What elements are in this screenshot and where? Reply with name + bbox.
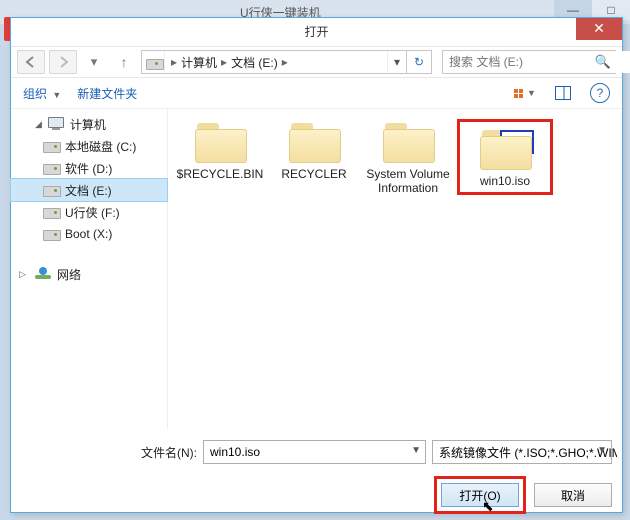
folder-icon [287,119,341,163]
arrow-right-icon [56,56,70,68]
address-bar[interactable]: ▸ 计算机 ▸ 文档 (E:) ▸ ▾ ↻ [141,50,432,74]
drive-icon [43,205,59,219]
up-button[interactable]: ↑ [111,51,137,73]
dialog-title: 打开 [11,23,622,40]
filename-label: 文件名(N): [141,444,197,461]
address-dropdown-button[interactable]: ▾ [387,51,406,73]
nav-sidebar: ◢ 计算机 本地磁盘 (C:) 软件 (D:) 文档 (E:) U行侠 (F:) Boo… [11,109,168,429]
sidebar-item-drive[interactable]: Boot (X:) [11,223,167,245]
preview-pane-icon [555,86,571,100]
caret-right-icon: ▷ [19,269,29,280]
network-icon [35,267,51,281]
folder-icon: iso [478,126,532,170]
file-label: win10.iso [480,174,530,188]
back-button[interactable] [17,50,45,74]
cancel-button[interactable]: 取消 [534,483,612,507]
sidebar-item-drive[interactable]: 本地磁盘 (C:) [11,135,167,157]
open-file-dialog: 打开 ✕ ▾ ↑ ▸ 计算机 ▸ 文档 (E:) ▸ ▾ [10,17,623,513]
file-item[interactable]: RECYCLER [269,119,359,181]
filetype-value[interactable] [433,441,630,463]
computer-icon [48,117,64,131]
sidebar-item-drive[interactable]: 软件 (D:) [11,157,167,179]
cursor-icon: ⬉ [482,498,494,515]
search-icon: 🔍 [595,54,611,70]
sidebar-item-label: Boot (X:) [65,227,112,241]
forward-button[interactable] [49,50,77,74]
sidebar-item-label: 网络 [57,266,81,283]
caret-down-icon: ◢ [35,119,42,130]
file-item[interactable]: System Volume Information [363,119,453,195]
file-item[interactable]: $RECYCLE.BIN [175,119,265,181]
file-label: System Volume Information [363,167,453,195]
sidebar-item-computer[interactable]: ◢ 计算机 [11,113,167,135]
crumb-computer[interactable]: 计算机 [181,54,217,71]
sidebar-item-label: 计算机 [70,116,106,133]
sidebar-item-network[interactable]: ▷ 网络 [11,263,167,285]
sidebar-item-label: 文档 (E:) [65,182,112,199]
sidebar-item-label: U行侠 (F:) [65,204,120,221]
drive-icon [43,139,59,153]
arrow-left-icon [24,56,38,68]
dialog-titlebar: 打开 ✕ [11,18,622,47]
search-box[interactable]: 🔍 [442,50,616,74]
organize-menu[interactable]: 组织 ▼ [23,85,61,102]
sidebar-item-label: 本地磁盘 (C:) [65,138,136,155]
view-grid-icon [514,89,523,98]
file-list-pane[interactable]: $RECYCLE.BIN RECYCLER System Volume Inform… [167,109,622,429]
folder-icon [381,119,435,163]
folder-icon [193,119,247,163]
file-label: RECYCLER [281,167,346,181]
recent-locations-button[interactable]: ▾ [81,51,107,73]
drive-icon [43,227,59,241]
chevron-right-icon: ▸ [282,55,288,69]
navigation-bar: ▾ ↑ ▸ 计算机 ▸ 文档 (E:) ▸ ▾ ↻ 🔍 [11,47,622,78]
open-button-highlight: 打开(O) ⬉ [434,476,526,514]
sidebar-item-drive[interactable]: U行侠 (F:) [11,201,167,223]
open-button[interactable]: 打开(O) ⬉ [441,483,519,507]
drive-icon [43,161,59,175]
toolbar: 组织 ▼ 新建文件夹 ▼ ? [11,78,622,108]
filename-combo[interactable]: ▼ [203,440,426,464]
filename-input[interactable] [204,441,451,463]
dialog-body: ◢ 计算机 本地磁盘 (C:) 软件 (D:) 文档 (E:) U行侠 (F:) Boo… [11,108,622,429]
file-item[interactable]: iso win10.iso [457,119,553,195]
preview-pane-button[interactable] [552,82,574,104]
chevron-right-icon: ▸ [171,55,177,69]
refresh-button[interactable]: ↻ [406,51,431,73]
dialog-footer: 文件名(N): ▼ ▼ 打开(O) ⬉ 取消 [11,434,622,512]
drive-icon [142,51,165,73]
help-button[interactable]: ? [590,83,610,103]
chevron-right-icon: ▸ [221,55,227,69]
close-button[interactable]: ✕ [576,18,622,40]
file-label: $RECYCLE.BIN [177,167,264,181]
new-folder-button[interactable]: 新建文件夹 [77,85,137,102]
filetype-combo[interactable]: ▼ [432,440,612,464]
drive-icon [43,183,59,197]
iso-badge-icon: iso [500,130,534,154]
view-options-button[interactable]: ▼ [514,82,536,104]
crumb-drive[interactable]: 文档 (E:) [231,54,278,71]
breadcrumbs[interactable]: ▸ 计算机 ▸ 文档 (E:) ▸ [165,51,387,73]
sidebar-item-drive[interactable]: 文档 (E:) [11,179,167,201]
sidebar-item-label: 软件 (D:) [65,160,112,177]
